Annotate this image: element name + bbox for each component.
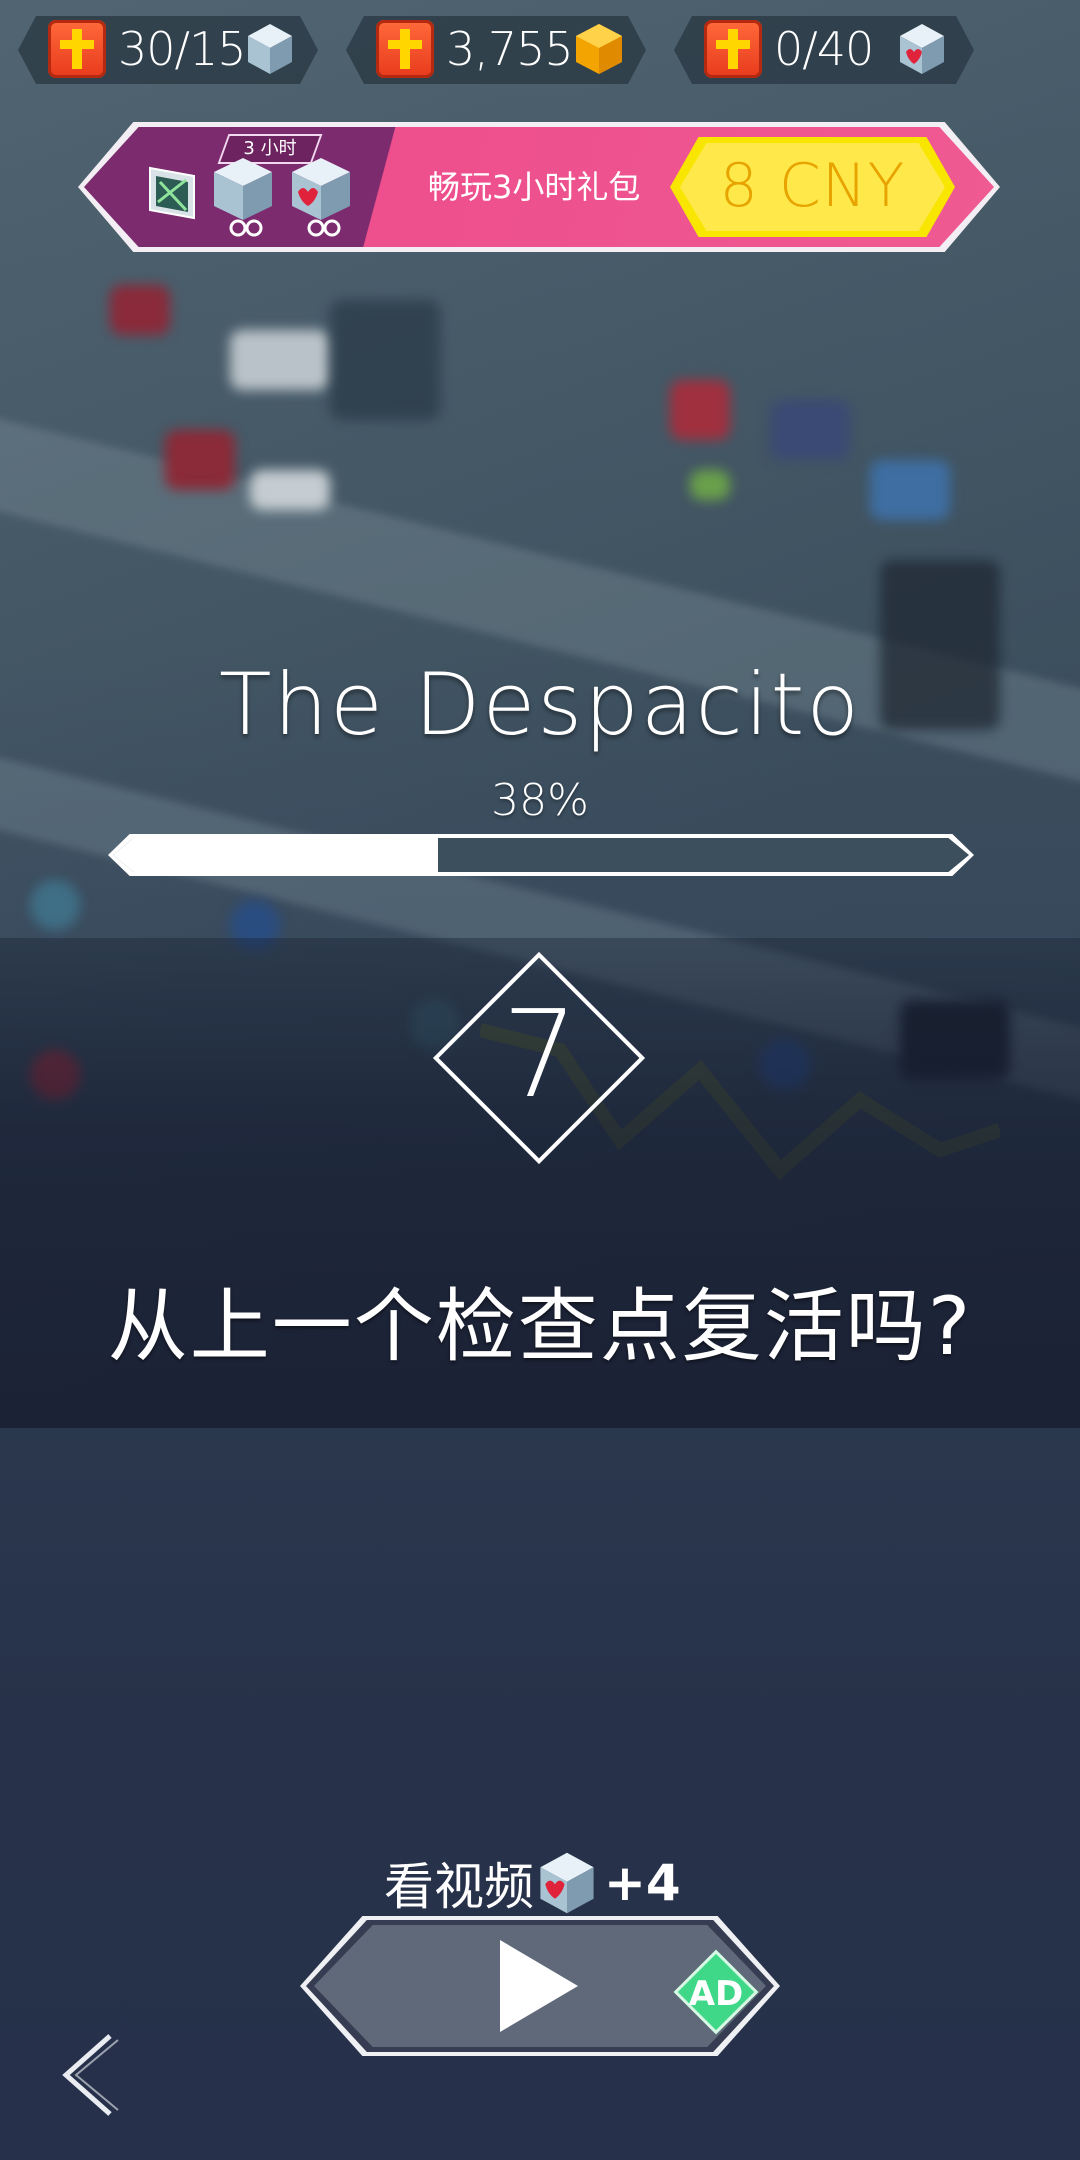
mirror-icon xyxy=(149,166,195,220)
promo-label: 畅玩3小时礼包 xyxy=(428,168,641,206)
gems-value: 3,755 xyxy=(446,22,574,76)
back-arrow-icon[interactable] xyxy=(56,2030,126,2120)
heart-cube-icon xyxy=(900,24,944,74)
reward-amount: +4 xyxy=(604,1854,681,1912)
progress-fill xyxy=(113,838,439,872)
cross-badge-icon xyxy=(48,20,106,78)
heart-cubes-value: 0/40 xyxy=(774,22,874,76)
gems-counter[interactable]: 3,755 xyxy=(346,12,646,88)
lives-value: 30/15 xyxy=(118,22,247,76)
watch-video-label: 看视频 xyxy=(384,1858,534,1916)
promo-price-button[interactable]: 8 CNY xyxy=(670,137,955,237)
ice-cube-bonus-icon xyxy=(214,158,272,237)
cross-badge-icon xyxy=(704,20,762,78)
heart-cube-bonus-icon xyxy=(292,158,350,237)
gold-gem-icon xyxy=(576,24,622,74)
ad-badge: AD xyxy=(673,1949,759,2035)
promo-price: 8 CNY xyxy=(719,151,906,221)
ice-cube-icon xyxy=(248,24,292,74)
watch-video-reward: 看视频 +4 xyxy=(384,1848,681,1918)
countdown-timer: 7 xyxy=(432,951,646,1165)
resource-bar: 30/15 3,755 0/40 xyxy=(0,12,1080,88)
song-title: The Despacito xyxy=(218,655,862,755)
heart-cubes-counter[interactable]: 0/40 xyxy=(674,12,974,88)
heart-cube-icon xyxy=(540,1852,594,1914)
promo-banner[interactable]: 3 小时 畅玩3小时礼包 8 CNY xyxy=(78,122,1000,252)
cross-badge-icon xyxy=(376,20,434,78)
countdown-number: 7 xyxy=(501,986,579,1125)
watch-video-play-button[interactable]: AD xyxy=(300,1916,780,2056)
revive-question: 从上一个检查点复活吗? xyxy=(107,1280,973,1373)
progress-percent: 38% xyxy=(491,775,589,826)
lives-counter[interactable]: 30/15 xyxy=(18,12,318,88)
play-icon xyxy=(500,1940,578,2032)
progress-bar xyxy=(108,834,974,876)
